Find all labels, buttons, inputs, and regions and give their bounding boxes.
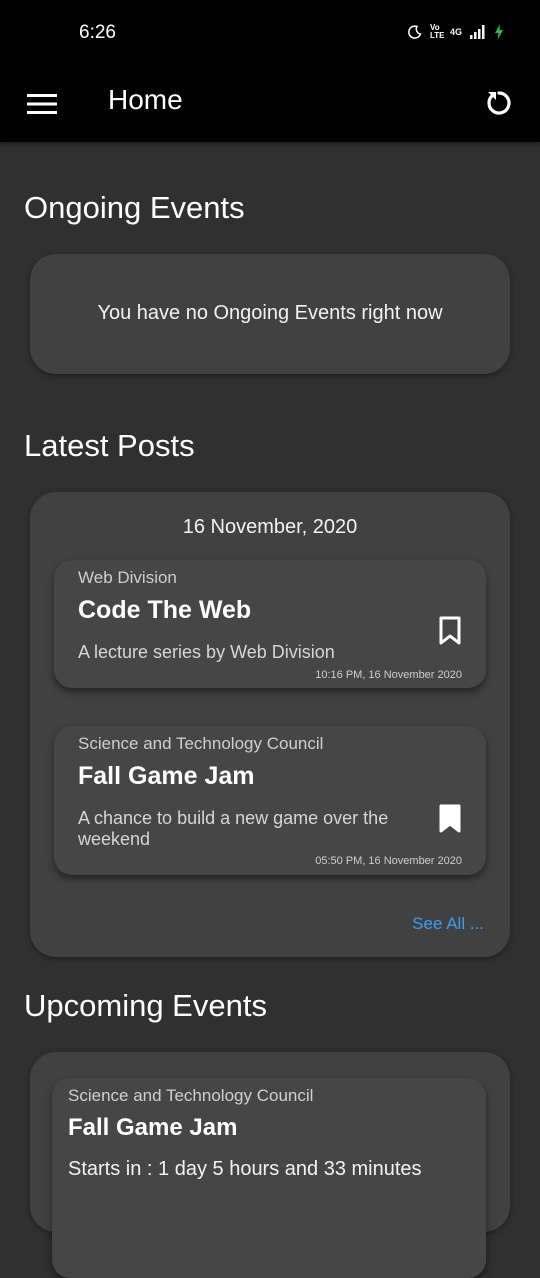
ongoing-events-heading: Ongoing Events xyxy=(24,190,245,225)
posts-date: 16 November, 2020 xyxy=(182,516,358,538)
event-card[interactable]: Science and Technology Council Fall Game… xyxy=(52,1078,486,1278)
post-organization: Science and Technology Council xyxy=(78,734,324,753)
status-icons: Vo LTE 4G xyxy=(408,24,504,40)
post-title: Code The Web xyxy=(78,596,252,624)
see-all-link[interactable]: See All ... xyxy=(412,914,484,934)
refresh-icon xyxy=(487,91,511,115)
bookmark-filled-icon[interactable] xyxy=(438,804,462,834)
bookmark-outline-icon[interactable] xyxy=(438,616,462,646)
post-card[interactable]: Science and Technology Council Fall Game… xyxy=(54,726,486,875)
app-bar: Home xyxy=(0,68,540,142)
post-title: Fall Game Jam xyxy=(78,762,255,790)
post-organization: Web Division xyxy=(78,568,177,587)
post-timestamp: 10:16 PM, 16 November 2020 xyxy=(315,669,462,681)
post-timestamp: 05:50 PM, 16 November 2020 xyxy=(315,855,462,867)
upcoming-events-card: Science and Technology Council Fall Game… xyxy=(30,1052,510,1278)
ongoing-empty-message: You have no Ongoing Events right now xyxy=(97,302,443,324)
latest-posts-card: 16 November, 2020 Web Division Code The … xyxy=(30,492,510,957)
event-countdown: Starts in : 1 day 5 hours and 33 minutes xyxy=(68,1158,422,1180)
post-description: A lecture series by Web Division xyxy=(78,642,335,662)
latest-posts-heading: Latest Posts xyxy=(24,428,195,463)
page-title: Home xyxy=(108,84,183,115)
upcoming-events-heading: Upcoming Events xyxy=(24,988,267,1023)
status-bar: 6:26 Vo LTE 4G xyxy=(0,0,540,68)
battery-charging-icon xyxy=(495,24,503,40)
volte-icon: Vo LTE xyxy=(429,23,445,40)
hamburger-menu-icon xyxy=(27,94,57,114)
moon-icon xyxy=(408,25,422,39)
event-title: Fall Game Jam xyxy=(68,1114,238,1141)
menu-button[interactable] xyxy=(22,84,62,124)
refresh-button[interactable] xyxy=(478,82,520,124)
ongoing-events-card: You have no Ongoing Events right now xyxy=(30,254,510,374)
status-time: 6:26 xyxy=(79,22,116,43)
event-organization: Science and Technology Council xyxy=(68,1086,314,1105)
network-type-label: 4G xyxy=(449,27,462,37)
post-card[interactable]: Web Division Code The Web A lecture seri… xyxy=(54,560,486,688)
post-description: A chance to build a new game over the we… xyxy=(78,808,389,849)
signal-icon xyxy=(470,25,485,39)
